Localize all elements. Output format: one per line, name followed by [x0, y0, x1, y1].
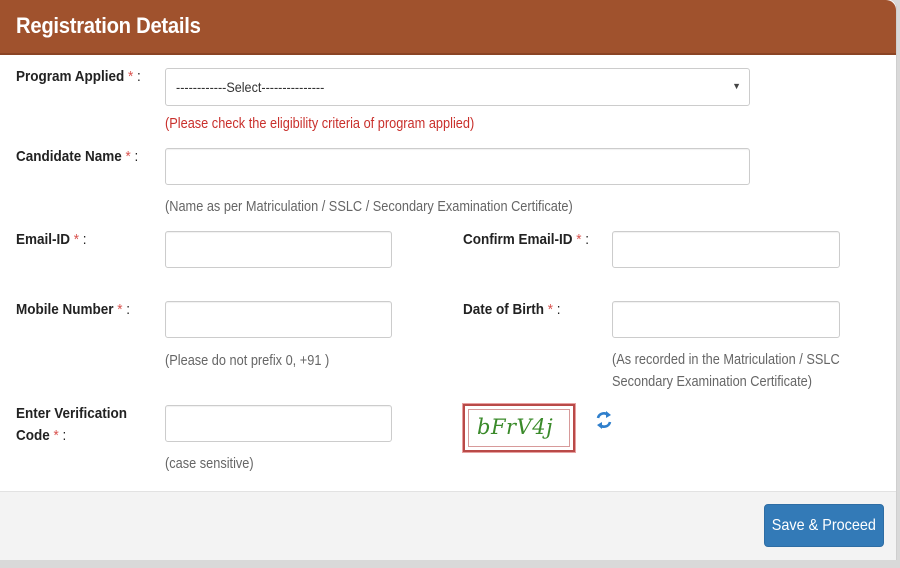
required-mark: * — [576, 231, 582, 248]
refresh-icon[interactable] — [594, 409, 614, 431]
button-label: Save & Proceed — [771, 516, 877, 534]
panel-footer — [0, 491, 896, 560]
label-text: Confirm Email-ID — [463, 231, 573, 248]
date-of-birth-input[interactable] — [612, 301, 840, 338]
confirm-email-input[interactable] — [612, 231, 840, 268]
mobile-number-hint: (Please do not prefix 0, +91 ) — [165, 353, 330, 369]
select-value: ------------Select--------------- — [176, 79, 325, 95]
required-mark: * — [53, 427, 59, 444]
required-mark: * — [128, 68, 134, 85]
program-eligibility-hint: (Please check the eligibility criteria o… — [165, 116, 475, 132]
captcha-text: bFrV4j — [477, 415, 554, 439]
colon: : — [134, 148, 139, 165]
candidate-name-input[interactable] — [165, 148, 750, 185]
date-of-birth-hint-line2: Secondary Examination Certificate) — [612, 374, 813, 390]
mobile-number-label: Mobile Number * : — [16, 299, 130, 321]
save-and-proceed-button[interactable]: Save & Proceed — [764, 504, 884, 547]
colon: : — [82, 231, 87, 248]
colon: : — [585, 231, 590, 248]
registration-panel: Registration Details Program Applied * :… — [0, 0, 897, 560]
panel-header: Registration Details — [0, 0, 896, 55]
confirm-email-label: Confirm Email-ID * : — [463, 229, 589, 251]
captcha-image: bFrV4j — [462, 403, 576, 453]
required-mark: * — [125, 148, 131, 165]
label-text: Date of Birth — [463, 301, 544, 318]
verification-code-input[interactable] — [165, 405, 392, 442]
colon: : — [556, 301, 561, 318]
email-input[interactable] — [165, 231, 392, 268]
verification-code-label-line1: Enter Verification — [16, 405, 128, 422]
mobile-number-input[interactable] — [165, 301, 392, 338]
required-mark: * — [547, 301, 554, 318]
date-of-birth-hint-line1: (As recorded in the Matriculation / SSLC — [612, 352, 840, 368]
label-text: Program Applied — [16, 68, 125, 85]
label-text: Candidate Name — [16, 148, 122, 165]
colon: : — [126, 301, 131, 318]
program-applied-select[interactable]: ------------Select--------------- ▼ — [165, 68, 750, 106]
required-mark: * — [73, 231, 80, 248]
chevron-down-icon: ▼ — [732, 81, 741, 91]
label-text: Mobile Number — [16, 301, 114, 318]
required-mark: * — [117, 301, 123, 318]
program-applied-label: Program Applied * : — [16, 66, 141, 88]
colon: : — [137, 68, 141, 85]
email-label: Email-ID * : — [16, 229, 87, 251]
label-text: Code — [16, 427, 50, 444]
candidate-name-hint: (Name as per Matriculation / SSLC / Seco… — [165, 199, 573, 215]
date-of-birth-label: Date of Birth * : — [463, 299, 561, 321]
label-text: Email-ID — [16, 231, 71, 248]
candidate-name-label: Candidate Name * : — [16, 146, 138, 168]
colon: : — [62, 427, 67, 444]
verification-code-label-line2: Code * : — [16, 425, 66, 447]
panel-title: Registration Details — [16, 13, 201, 38]
verification-code-hint: (case sensitive) — [165, 456, 254, 472]
